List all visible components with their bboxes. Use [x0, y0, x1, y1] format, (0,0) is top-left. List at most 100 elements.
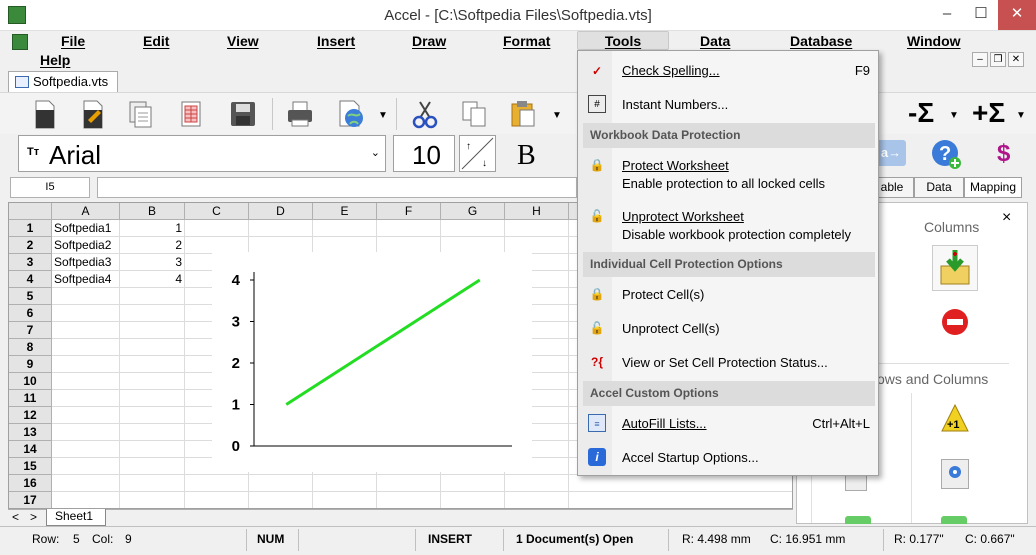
cell-b3[interactable]: 3 [120, 254, 185, 271]
formula-input[interactable] [97, 177, 577, 198]
row-header[interactable]: 11 [9, 390, 52, 407]
grid-cell[interactable] [52, 322, 120, 339]
menu-data[interactable]: Data [700, 33, 730, 49]
cell-a1[interactable]: Softpedia1 [52, 220, 120, 237]
row-header[interactable]: 12 [9, 407, 52, 424]
corner-cell[interactable] [9, 203, 52, 220]
bold-button[interactable]: B [517, 140, 536, 172]
tab-data[interactable]: Data [914, 177, 964, 198]
mdi-restore-button[interactable]: ❐ [990, 52, 1006, 67]
menu-view[interactable]: View [227, 33, 259, 49]
grid-cell[interactable] [313, 492, 377, 508]
chevron-down-icon[interactable]: ▼ [1016, 110, 1026, 121]
tab-mapping[interactable]: Mapping [964, 177, 1022, 198]
grid-cell[interactable] [120, 373, 185, 390]
delete-column-icon[interactable] [940, 307, 970, 337]
cell-a3[interactable]: Softpedia3 [52, 254, 120, 271]
workbook-icon[interactable] [176, 98, 206, 130]
grid-cell[interactable] [120, 458, 185, 475]
sheet-prev-button[interactable]: < [12, 510, 19, 524]
grid-cell[interactable] [52, 492, 120, 508]
row-header[interactable]: 14 [9, 441, 52, 458]
column-header[interactable]: C [185, 203, 249, 220]
row-header[interactable]: 13 [9, 424, 52, 441]
cell-b4[interactable]: 4 [120, 271, 185, 288]
sheet-tab[interactable]: Sheet1 [46, 509, 106, 526]
row-header[interactable]: 10 [9, 373, 52, 390]
grid-cell[interactable] [120, 475, 185, 492]
grid-cell[interactable] [377, 492, 441, 508]
menu-item-autofill-lists[interactable]: AutoFill Lists... [622, 416, 707, 431]
row-header[interactable]: 2 [9, 237, 52, 254]
insert-column-icon[interactable] [932, 245, 978, 291]
settings-icon[interactable] [941, 459, 969, 489]
grid-cell[interactable] [377, 220, 441, 237]
grid-cell[interactable] [120, 322, 185, 339]
menu-file[interactable]: File [61, 33, 85, 49]
edit-file-icon[interactable] [78, 98, 108, 130]
document-tab[interactable]: Softpedia.vts [8, 71, 118, 92]
grid-cell[interactable] [120, 288, 185, 305]
mdi-close-button[interactable]: ✕ [1008, 52, 1024, 67]
row-header[interactable]: 4 [9, 271, 52, 288]
panel-close-button[interactable]: × [1002, 209, 1011, 227]
menu-item-startup-options[interactable]: Accel Startup Options... [622, 450, 759, 465]
paste-icon[interactable] [508, 98, 538, 130]
column-header[interactable]: H [505, 203, 569, 220]
menu-item-protect-cells[interactable]: Protect Cell(s) [622, 287, 704, 302]
grid-cell[interactable] [52, 288, 120, 305]
grid-cell[interactable] [441, 220, 505, 237]
column-header[interactable]: B [120, 203, 185, 220]
line-chart[interactable]: 0 1 2 3 4 [212, 252, 532, 472]
row-header[interactable]: 15 [9, 458, 52, 475]
increment-icon[interactable]: +1 [940, 403, 970, 433]
menu-item-protect-worksheet[interactable]: Protect Worksheet Enable protection to al… [622, 158, 825, 195]
grid-cell[interactable] [52, 407, 120, 424]
grid-cell[interactable] [120, 390, 185, 407]
row-header[interactable]: 16 [9, 475, 52, 492]
grid-cell[interactable] [120, 356, 185, 373]
copy-icon[interactable] [459, 98, 489, 130]
save-icon[interactable] [228, 98, 258, 130]
menu-item-unprotect-cells[interactable]: Unprotect Cell(s) [622, 321, 720, 336]
doc-icon[interactable] [12, 34, 28, 50]
close-button[interactable]: ✕ [998, 0, 1036, 30]
grid-cell[interactable] [569, 475, 792, 492]
row-header[interactable]: 9 [9, 356, 52, 373]
menu-edit[interactable]: Edit [143, 33, 169, 49]
grid-cell[interactable] [505, 220, 569, 237]
menu-draw[interactable]: Draw [412, 33, 446, 49]
cell-a4[interactable]: Softpedia4 [52, 271, 120, 288]
menu-database[interactable]: Database [790, 33, 852, 49]
menu-format[interactable]: Format [503, 33, 550, 49]
help-icon[interactable]: ? [930, 138, 962, 170]
grid-cell[interactable] [569, 492, 792, 508]
grid-cell[interactable] [120, 305, 185, 322]
chevron-down-icon[interactable]: ▼ [552, 110, 562, 121]
grid-cell[interactable] [185, 492, 249, 508]
grid-cell[interactable] [52, 475, 120, 492]
font-family-select[interactable]: Tт Arial ⌄ [18, 135, 386, 172]
grid-cell[interactable] [120, 441, 185, 458]
grid-cell[interactable] [185, 220, 249, 237]
grid-cell[interactable] [52, 390, 120, 407]
menu-item-view-set-cell-protection[interactable]: View or Set Cell Protection Status... [622, 355, 828, 370]
grid-cell[interactable] [441, 475, 505, 492]
grid-cell[interactable] [120, 407, 185, 424]
row-header[interactable]: 7 [9, 322, 52, 339]
grid-cell[interactable] [52, 339, 120, 356]
column-header[interactable]: A [52, 203, 120, 220]
minimize-button[interactable]: – [930, 0, 964, 30]
menu-window[interactable]: Window [907, 33, 961, 49]
column-header[interactable]: F [377, 203, 441, 220]
replace-icon[interactable]: a→ [876, 140, 906, 166]
row-header[interactable]: 5 [9, 288, 52, 305]
currency-icon[interactable]: $ [997, 140, 1010, 168]
column-header[interactable]: G [441, 203, 505, 220]
grid-cell[interactable] [249, 220, 313, 237]
font-size-field[interactable]: 10 [393, 135, 455, 172]
grid-cell[interactable] [505, 475, 569, 492]
grid-cell[interactable] [120, 339, 185, 356]
cut-icon[interactable] [410, 98, 440, 130]
grid-cell[interactable] [441, 492, 505, 508]
